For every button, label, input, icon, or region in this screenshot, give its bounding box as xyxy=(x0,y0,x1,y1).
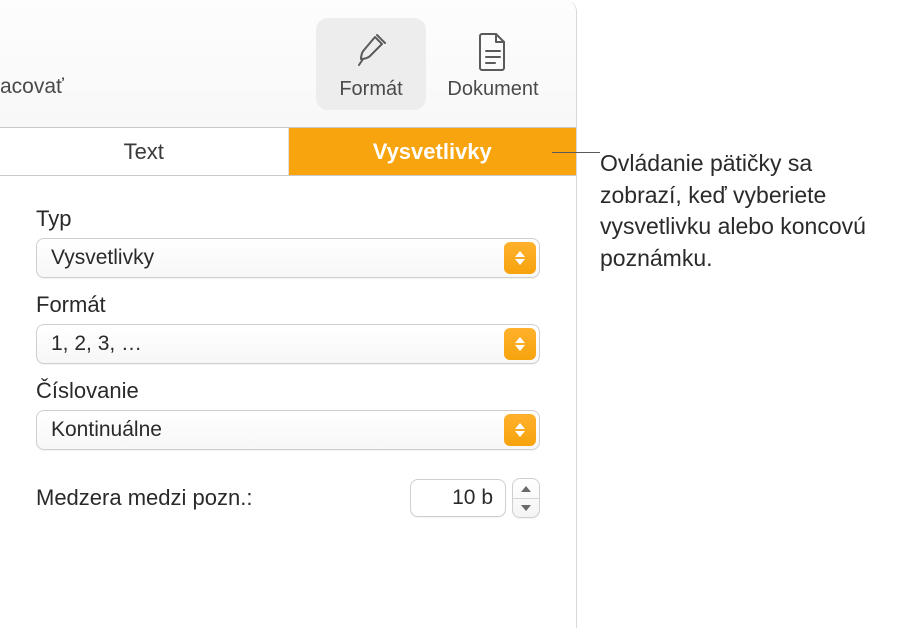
tab-footnotes-label: Vysvetlivky xyxy=(373,139,492,165)
field-type: Typ Vysvetlivky xyxy=(36,206,540,278)
document-button[interactable]: Dokument xyxy=(438,18,548,110)
field-format: Formát 1, 2, 3, … xyxy=(36,292,540,364)
chevron-down-icon xyxy=(515,431,525,437)
tab-text[interactable]: Text xyxy=(0,128,289,175)
chevron-up-icon xyxy=(515,423,525,429)
format-select[interactable]: 1, 2, 3, … xyxy=(36,324,540,364)
format-select-value: 1, 2, 3, … xyxy=(51,332,142,356)
callout-leader-line xyxy=(552,152,600,153)
field-numbering-label: Číslovanie xyxy=(36,378,540,404)
spacing-value-field[interactable]: 10 b xyxy=(410,479,506,517)
spacing-label: Medzera medzi pozn.: xyxy=(36,485,252,511)
spacing-row: Medzera medzi pozn.: 10 b xyxy=(36,478,540,518)
field-type-label: Typ xyxy=(36,206,540,232)
document-button-label: Dokument xyxy=(447,78,538,101)
chevron-down-icon xyxy=(515,259,525,265)
format-button-label: Formát xyxy=(339,78,402,101)
spacing-step-down[interactable] xyxy=(513,498,539,517)
inspector-body: Typ Vysvetlivky Formát 1, 2, 3, … Číslov… xyxy=(0,176,576,518)
spacing-step-buttons xyxy=(512,478,540,518)
field-format-label: Formát xyxy=(36,292,540,318)
toolbar-left-text: acovať xyxy=(0,75,64,99)
spacing-value: 10 b xyxy=(452,486,493,510)
brush-icon xyxy=(352,28,390,74)
chevron-up-icon xyxy=(515,251,525,257)
spacing-step-up[interactable] xyxy=(513,479,539,498)
triangle-up-icon xyxy=(521,486,531,492)
tab-bar: Text Vysvetlivky xyxy=(0,128,576,176)
type-select[interactable]: Vysvetlivky xyxy=(36,238,540,278)
triangle-down-icon xyxy=(521,505,531,511)
callout-text: Ovládanie pätičky sa zobrazí, keď vyberi… xyxy=(600,148,900,275)
format-button[interactable]: Formát xyxy=(316,18,426,110)
tab-text-label: Text xyxy=(124,139,164,165)
format-select-chevron xyxy=(504,328,536,360)
spacing-stepper: 10 b xyxy=(410,478,540,518)
chevron-down-icon xyxy=(515,345,525,351)
tab-footnotes[interactable]: Vysvetlivky xyxy=(289,128,577,175)
numbering-select-value: Kontinuálne xyxy=(51,418,162,442)
inspector-panel: acovať Formát xyxy=(0,0,577,628)
type-select-value: Vysvetlivky xyxy=(51,246,154,270)
numbering-select-chevron xyxy=(504,414,536,446)
toolbar: acovať Formát xyxy=(0,0,576,128)
document-icon xyxy=(476,28,510,74)
toolbar-right-group: Formát Dokument xyxy=(316,18,548,110)
field-numbering: Číslovanie Kontinuálne xyxy=(36,378,540,450)
chevron-up-icon xyxy=(515,337,525,343)
type-select-chevron xyxy=(504,242,536,274)
numbering-select[interactable]: Kontinuálne xyxy=(36,410,540,450)
